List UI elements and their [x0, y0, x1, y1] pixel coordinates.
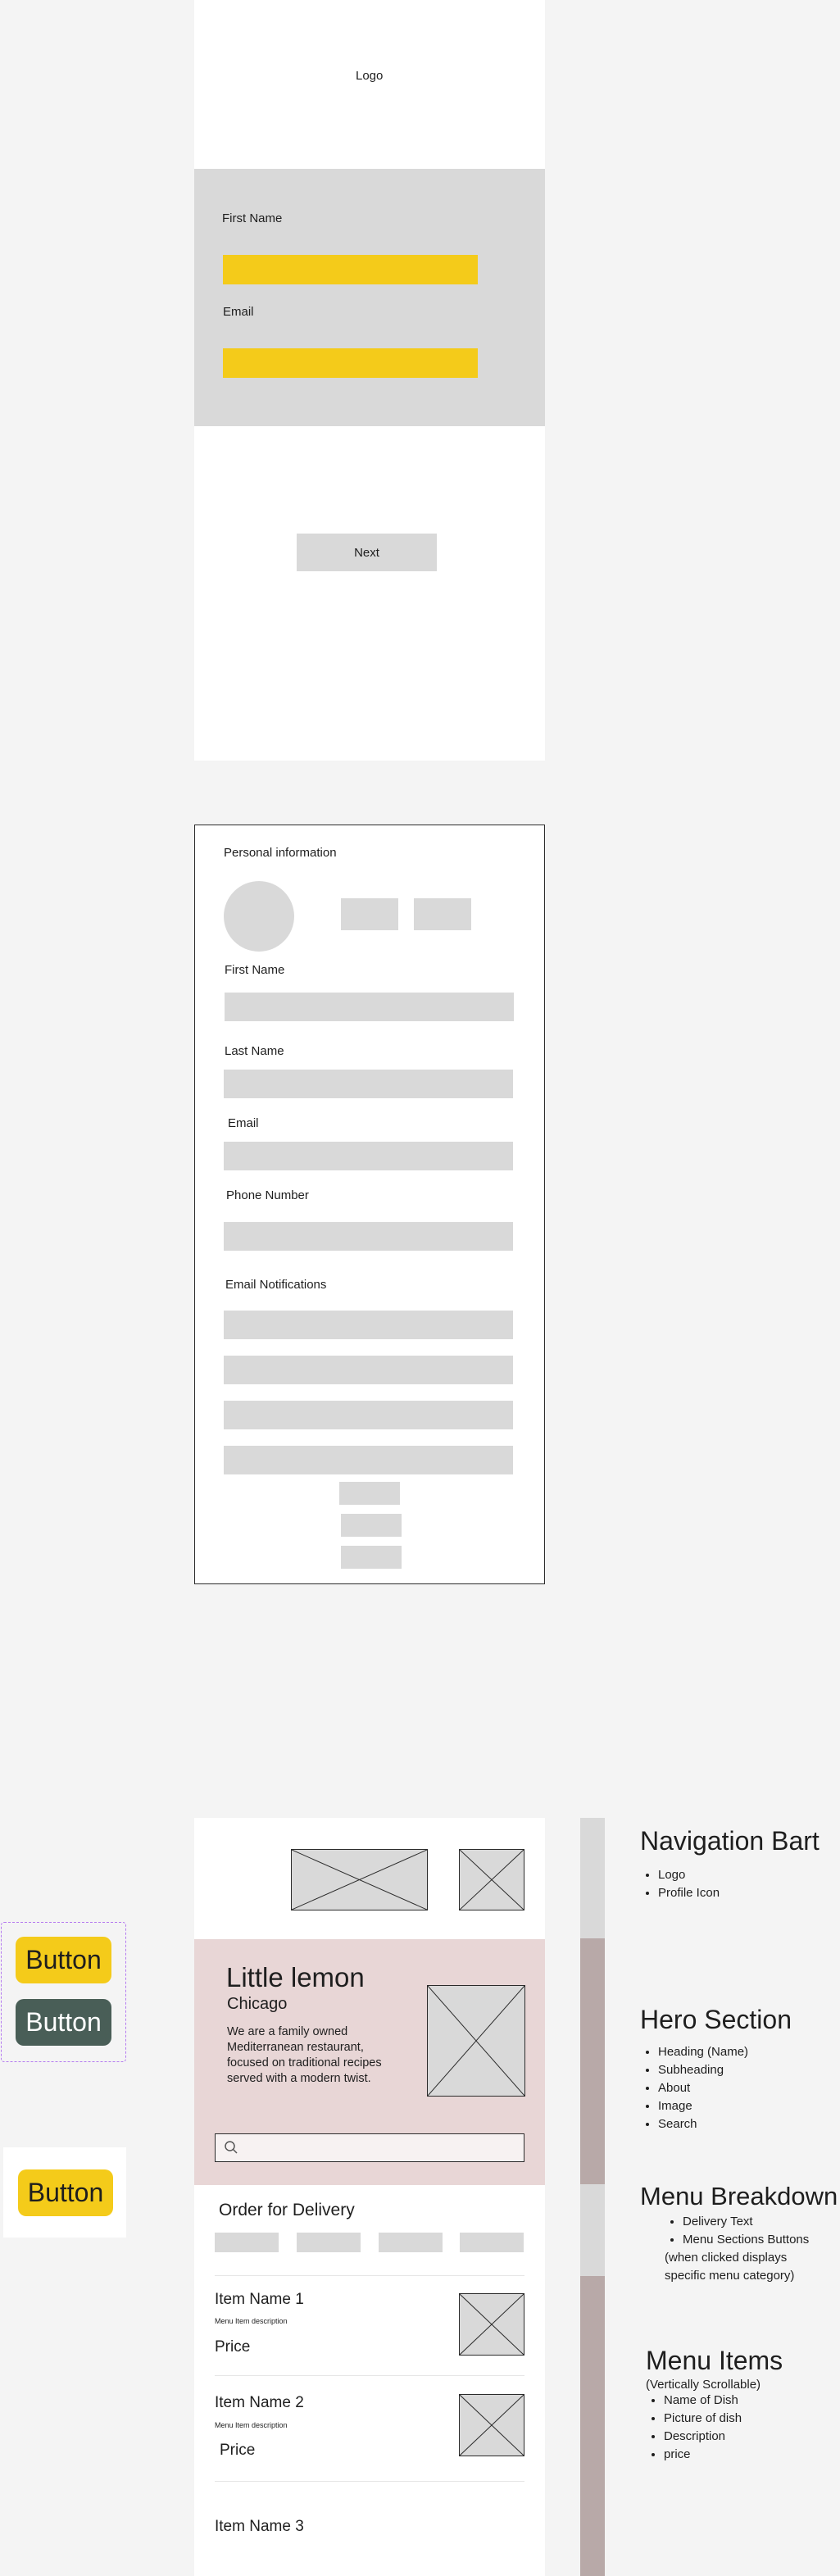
annotation-note: (Vertically Scrollable) [646, 2378, 761, 2392]
email-field[interactable] [224, 1142, 513, 1170]
email-label: Email [228, 1116, 259, 1130]
annotation-item: Image [658, 2097, 837, 2115]
email-label: Email [223, 305, 254, 319]
annotation-item: price [664, 2446, 834, 2464]
hero-subtitle: Chicago [227, 1995, 288, 2013]
onboarding-form-panel: First Name Email [194, 169, 545, 426]
annotation-note: (when clicked displays specific menu cat… [665, 2251, 795, 2283]
annotation-list: Delivery Text Menu Sections Buttons [665, 2213, 840, 2249]
hero-image [427, 1985, 525, 2097]
first-name-field[interactable] [225, 993, 514, 1021]
annotation-hero: Hero Section Heading (Name) Subheading A… [640, 2005, 837, 2133]
hero-section: Little lemon Chicago We are a family own… [194, 1939, 545, 2185]
item-price: Price [220, 2442, 256, 2459]
email-field[interactable] [223, 348, 478, 378]
sample-button-label: Button [27, 2178, 104, 2207]
menu-category-button-2[interactable] [297, 2233, 361, 2252]
section-indicator-hero [580, 1938, 605, 2184]
item-image [459, 2394, 524, 2456]
annotation-title: Navigation Bart [640, 1826, 820, 1856]
search-icon [224, 2140, 238, 2155]
notification-option-4[interactable] [224, 1446, 513, 1474]
notification-option-2[interactable] [224, 1356, 513, 1384]
notification-option-1[interactable] [224, 1311, 513, 1339]
item-price: Price [215, 2338, 251, 2356]
item-image [459, 2293, 524, 2356]
annotation-title: Menu Breakdown [640, 2182, 838, 2210]
section-indicator-menu-items [580, 2276, 605, 2576]
item-description: Menu Item description [215, 2317, 288, 2325]
section-indicator-menu-breakdown [580, 2184, 605, 2276]
onboarding-screen: Logo First Name Email Next [194, 0, 545, 761]
annotation-item: Subheading [658, 2061, 837, 2079]
item-name: Item Name 2 [215, 2394, 304, 2411]
logo-image [291, 1849, 428, 1910]
logo: Logo [356, 69, 384, 83]
notification-option-3[interactable] [224, 1401, 513, 1429]
annotation-list: Logo Profile Icon [640, 1866, 837, 1902]
discard-button[interactable] [341, 1514, 402, 1537]
annotation-title: Hero Section [640, 2005, 792, 2034]
profile-screen: Personal information First Name Last Nam… [194, 825, 545, 1584]
annotation-menu-items: Menu Items (Vertically Scrollable) Name … [646, 2346, 834, 2464]
menu-item[interactable]: Item Name 3 [194, 2482, 545, 2576]
order-heading: Order for Delivery [219, 2201, 355, 2219]
avatar[interactable] [224, 881, 294, 952]
home-screen: Little lemon Chicago We are a family own… [194, 1818, 545, 2576]
primary-button-label: Button [25, 1945, 102, 1974]
phone-label: Phone Number [226, 1188, 309, 1202]
annotation-navigation: Navigation Bart Logo Profile Icon [640, 1826, 837, 1902]
secondary-button[interactable]: Button [16, 1999, 111, 2046]
annotation-item: Delivery Text [683, 2213, 840, 2231]
save-button[interactable] [341, 1546, 402, 1569]
annotation-item: Search [658, 2115, 837, 2133]
menu-item[interactable]: Item Name 2 Menu Item description Price [194, 2376, 545, 2481]
annotation-item: Menu Sections Buttons [683, 2231, 840, 2249]
first-name-label: First Name [222, 211, 283, 225]
annotation-title: Menu Items [646, 2346, 783, 2375]
item-name: Item Name 3 [215, 2518, 304, 2535]
annotation-item: About [658, 2079, 837, 2097]
sample-button[interactable]: Button [18, 2169, 113, 2216]
menu-item[interactable]: Item Name 1 Menu Item description Price [194, 2277, 545, 2375]
annotation-list: Heading (Name) Subheading About Image Se… [640, 2043, 837, 2133]
page-title: Personal information [224, 846, 337, 860]
annotation-list: Name of Dish Picture of dish Description… [646, 2392, 834, 2464]
button-variants-frame: Button Button [1, 1922, 126, 2062]
annotation-menu-breakdown: Menu Breakdown Delivery Text Menu Sectio… [640, 2182, 840, 2285]
change-avatar-button[interactable] [341, 898, 398, 930]
annotation-item: Heading (Name) [658, 2043, 837, 2061]
logout-button[interactable] [339, 1482, 400, 1505]
annotation-item: Picture of dish [664, 2410, 834, 2428]
secondary-button-label: Button [25, 2007, 102, 2037]
primary-button[interactable]: Button [16, 1937, 111, 1983]
first-name-field[interactable] [223, 255, 478, 284]
first-name-label: First Name [225, 963, 285, 977]
annotation-item: Description [664, 2428, 834, 2446]
menu-category-button-1[interactable] [215, 2233, 279, 2252]
hero-title: Little lemon [226, 1962, 365, 1992]
annotation-item: Name of Dish [664, 2392, 834, 2410]
section-indicator-nav [580, 1818, 605, 1938]
last-name-field[interactable] [224, 1070, 513, 1098]
phone-field[interactable] [224, 1222, 513, 1251]
annotation-item: Profile Icon [658, 1884, 837, 1902]
item-name: Item Name 1 [215, 2291, 304, 2308]
button-sample-frame: Button [3, 2147, 126, 2238]
next-button[interactable]: Next [297, 534, 437, 571]
next-button-label: Next [354, 545, 379, 560]
last-name-label: Last Name [225, 1044, 284, 1058]
notifications-label: Email Notifications [225, 1278, 327, 1292]
divider [215, 2275, 524, 2276]
remove-avatar-button[interactable] [414, 898, 471, 930]
menu-category-button-3[interactable] [379, 2233, 443, 2252]
menu-category-button-4[interactable] [460, 2233, 524, 2252]
item-description: Menu Item description [215, 2421, 288, 2429]
search-input[interactable] [215, 2133, 524, 2162]
profile-icon[interactable] [459, 1849, 524, 1910]
hero-description: We are a family owned Mediterranean rest… [227, 2025, 382, 2085]
annotation-item: Logo [658, 1866, 837, 1884]
